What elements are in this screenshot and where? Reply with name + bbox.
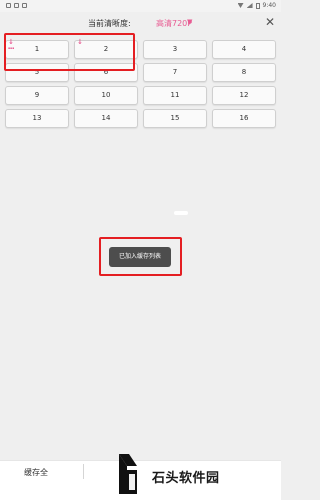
episode-button-3[interactable]: 3: [143, 40, 207, 59]
cache-all-button[interactable]: 缓存全: [24, 467, 48, 478]
app-notification-icon: [14, 3, 19, 8]
watermark-text: 石头软件园: [152, 471, 220, 486]
episode-label: 12: [239, 91, 249, 99]
episode-button-13[interactable]: 13: [5, 109, 69, 128]
episode-button-10[interactable]: 10: [74, 86, 138, 105]
episode-button-16[interactable]: 16: [212, 109, 276, 128]
episode-button-9[interactable]: 9: [5, 86, 69, 105]
episode-label: 14: [101, 114, 111, 122]
episode-label: 11: [170, 91, 180, 99]
episode-label: 8: [241, 68, 247, 76]
sim-icon: [22, 3, 27, 8]
signal-icon: [246, 3, 253, 8]
bottom-divider: [83, 464, 84, 479]
episode-button-11[interactable]: 11: [143, 86, 207, 105]
scroll-indicator[interactable]: [174, 211, 188, 215]
episode-label: 10: [101, 91, 111, 99]
close-icon[interactable]: ✕: [265, 15, 275, 29]
quality-header: 当前清晰度: 高清720P ▼ ✕: [0, 12, 281, 34]
watermark-logo-icon: [119, 454, 137, 494]
status-bar: 9:40: [0, 0, 281, 12]
quality-label: 当前清晰度:: [88, 19, 131, 28]
episode-button-8[interactable]: 8: [212, 63, 276, 82]
episode-button-7[interactable]: 7: [143, 63, 207, 82]
chevron-down-icon[interactable]: ▼: [187, 18, 192, 26]
episode-label: 3: [172, 45, 178, 53]
episode-label: 15: [170, 114, 180, 122]
episode-button-14[interactable]: 14: [74, 109, 138, 128]
episode-label: 9: [34, 91, 40, 99]
episode-button-12[interactable]: 12: [212, 86, 276, 105]
battery-icon: [255, 2, 260, 9]
episode-button-15[interactable]: 15: [143, 109, 207, 128]
wifi-icon: [237, 3, 244, 8]
episode-label: 13: [32, 114, 42, 122]
episode-label: 16: [239, 114, 249, 122]
status-time: 9:40: [262, 2, 276, 9]
status-icons-left: [6, 3, 27, 8]
episode-label: 4: [241, 45, 247, 53]
toast-message: 已加入缓存列表: [109, 247, 171, 267]
episode-label: 7: [172, 68, 178, 76]
highlight-box-episodes: [4, 33, 135, 71]
notification-icon: [6, 3, 11, 8]
bottom-bar: [0, 460, 281, 500]
status-icons-right: 9:40: [237, 2, 276, 9]
episode-button-4[interactable]: 4: [212, 40, 276, 59]
